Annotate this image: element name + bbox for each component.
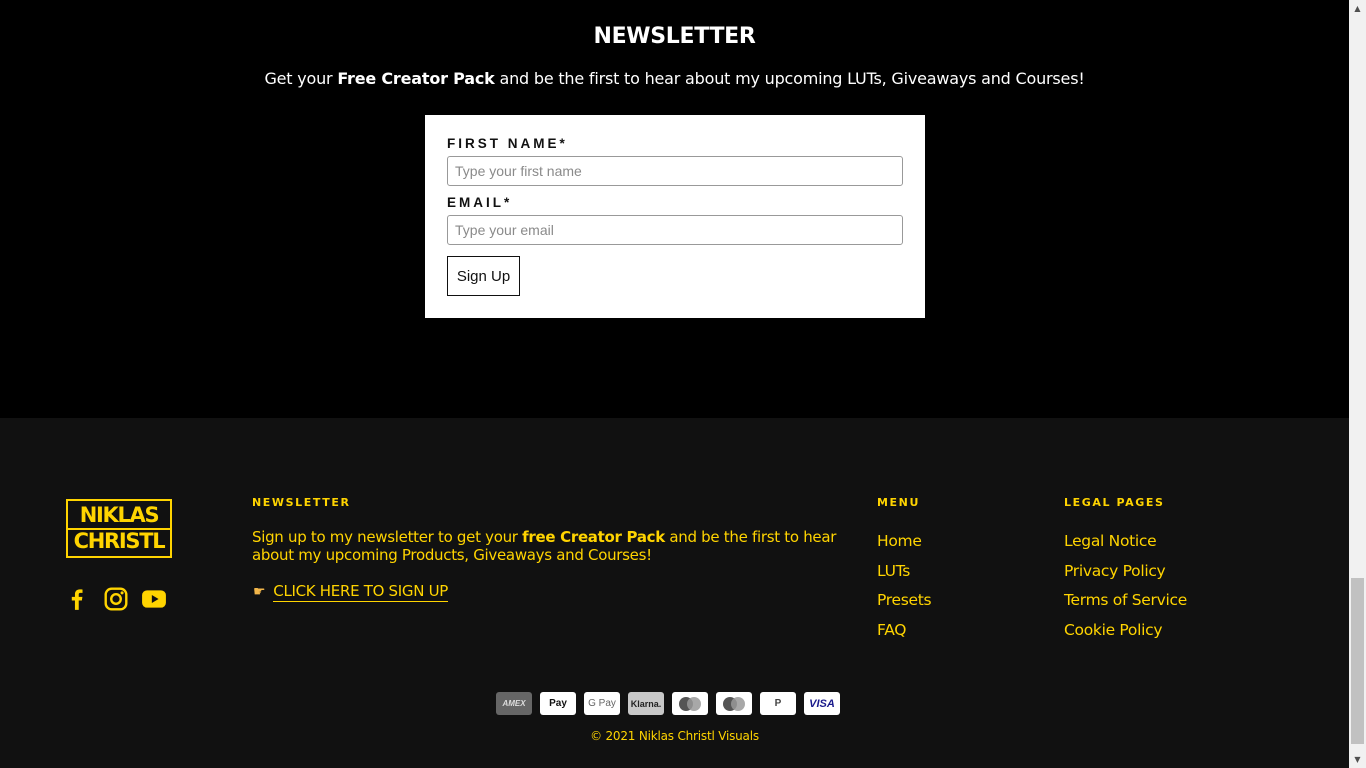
menu-item-faq[interactable]: FAQ	[877, 621, 906, 639]
brand-logo[interactable]: NIKLAS CHRISTL	[66, 499, 172, 558]
first-name-label: FIRST NAME*	[447, 136, 568, 151]
copyright: © 2021 Niklas Christl Visuals	[590, 729, 759, 743]
legal-item-privacy-policy[interactable]: Privacy Policy	[1064, 562, 1166, 580]
legal-item-legal-notice[interactable]: Legal Notice	[1064, 532, 1157, 550]
footer-newsletter-text: Sign up to my newsletter to get your fre…	[252, 528, 842, 564]
mastercard-icon	[716, 692, 752, 715]
menu-item-home[interactable]: Home	[877, 532, 922, 550]
apple-pay-icon: Pay	[540, 692, 576, 715]
instagram-icon[interactable]	[103, 586, 129, 612]
logo-line-1: NIKLAS	[79, 503, 160, 527]
scroll-down-arrow-icon[interactable]: ▼	[1349, 751, 1366, 768]
newsletter-subtitle-prefix: Get your	[264, 69, 338, 88]
legal-item-cookie-policy[interactable]: Cookie Policy	[1064, 621, 1163, 639]
payment-methods: AMEX Pay G Pay Klarna. P VISA	[496, 692, 840, 715]
legal-title: LEGAL PAGES	[1064, 496, 1165, 509]
visa-icon: VISA	[804, 692, 840, 715]
pointing-hand-icon: ☛	[253, 584, 266, 600]
signup-link-label: CLICK HERE TO SIGN UP	[273, 582, 449, 602]
email-label: EMAIL*	[447, 195, 513, 210]
page: NEWSLETTER Get your Free Creator Pack an…	[0, 0, 1349, 768]
first-name-input[interactable]	[447, 156, 903, 186]
paypal-icon: P	[760, 692, 796, 715]
scrollbar-thumb[interactable]	[1351, 578, 1364, 744]
email-input[interactable]	[447, 215, 903, 245]
signup-link[interactable]: ☛ CLICK HERE TO SIGN UP	[253, 582, 448, 602]
newsletter-subtitle: Get your Free Creator Pack and be the fi…	[0, 69, 1349, 88]
legal-item-terms-of-service[interactable]: Terms of Service	[1064, 591, 1187, 609]
google-pay-icon: G Pay	[584, 692, 620, 715]
amex-icon: AMEX	[496, 692, 532, 715]
logo-line-2: CHRISTL	[73, 529, 166, 553]
scroll-up-arrow-icon[interactable]: ▲	[1349, 0, 1366, 17]
signup-form: FIRST NAME* EMAIL* Sign Up	[425, 115, 925, 318]
menu-item-presets[interactable]: Presets	[877, 591, 932, 609]
newsletter-section: NEWSLETTER Get your Free Creator Pack an…	[0, 0, 1349, 418]
klarna-icon: Klarna.	[628, 692, 664, 715]
menu-item-luts[interactable]: LUTs	[877, 562, 910, 580]
scrollbar[interactable]: ▲ ▼	[1349, 0, 1366, 768]
apple-pay-label: Pay	[549, 698, 567, 709]
footer: NIKLAS CHRISTL NEWSLETTER Sign up to my …	[0, 418, 1349, 768]
newsletter-subtitle-suffix: and be the first to hear about my upcomi…	[494, 69, 1085, 88]
menu-title: MENU	[877, 496, 920, 509]
facebook-icon[interactable]	[64, 586, 90, 612]
footer-newsletter-text-prefix: Sign up to my newsletter to get your	[252, 528, 523, 546]
maestro-icon	[672, 692, 708, 715]
sign-up-button[interactable]: Sign Up	[447, 256, 520, 296]
youtube-icon[interactable]	[141, 586, 167, 612]
newsletter-title: NEWSLETTER	[593, 24, 756, 49]
newsletter-subtitle-bold: Free Creator Pack	[337, 69, 495, 88]
footer-newsletter-title: NEWSLETTER	[252, 496, 351, 509]
footer-newsletter-text-bold: free Creator Pack	[522, 528, 665, 546]
